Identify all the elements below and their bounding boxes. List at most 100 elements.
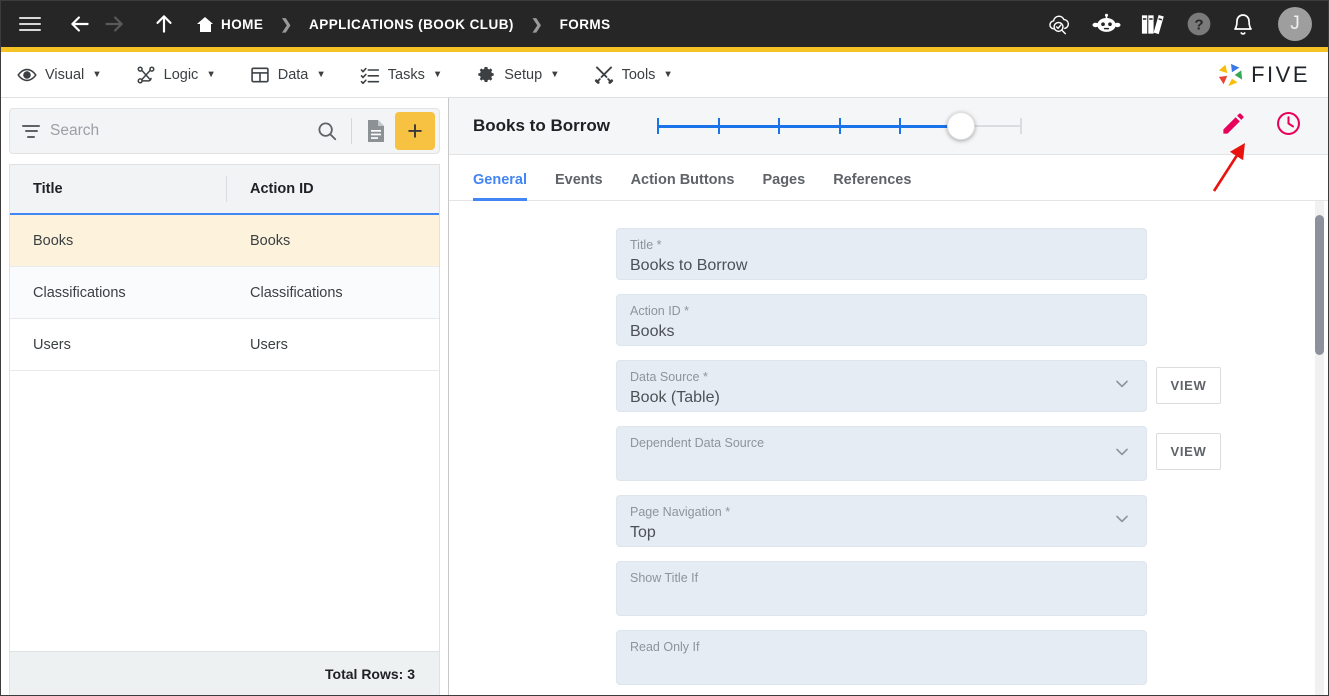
field-label: Data Source * [630,370,708,384]
cell-action-id: Books [250,232,291,249]
tab-action-buttons[interactable]: Action Buttons [617,172,749,200]
slider-thumb[interactable] [947,112,976,140]
page-title: Books to Borrow [473,116,610,135]
slider-tick [717,118,720,134]
chat-bot-icon[interactable] [1092,12,1121,36]
home-icon [197,16,213,32]
tab-references[interactable]: References [819,172,925,200]
action-id-field[interactable]: Action ID * Books [616,294,1147,346]
chevron-down-icon: ▼ [432,69,443,80]
dependent-data-source-select[interactable]: Dependent Data Source [616,426,1147,481]
hamburger-menu-icon[interactable] [19,13,41,35]
five-logo-text: FIVE [1251,61,1310,87]
add-form-label: + [407,115,423,146]
cell-title: Classifications [33,284,126,301]
menu-item-data[interactable]: Data ▼ [250,65,326,85]
edit-pencil-icon[interactable] [1220,110,1247,142]
notifications-bell-icon[interactable] [1231,12,1255,37]
forms-table: Title Action ID Books Books Classificati… [9,164,440,651]
menu-item-tools[interactable]: Tools ▼ [594,65,673,85]
search-bar: + [9,108,440,154]
search-input[interactable] [50,122,312,140]
table-row[interactable]: Users Users [10,319,439,371]
form-row-action-id: Action ID * Books [616,294,1316,346]
field-label: Action ID * [630,304,690,318]
content-area: + Title Action ID Books Books Classifica… [1,98,1328,695]
vertical-scrollbar[interactable] [1315,201,1324,695]
menu-item-setup[interactable]: Setup ▼ [476,65,560,85]
menu-item-logic[interactable]: Logic ▼ [136,65,216,85]
form-row-dependent-data-source: Dependent Data Source VIEW [616,426,1316,481]
form-row-page-navigation: Page Navigation * Top [616,495,1316,547]
cell-action-id: Users [250,336,288,353]
view-data-source-button[interactable]: VIEW [1156,367,1221,404]
toolbar-divider [351,118,352,144]
chevron-down-icon [1112,374,1132,399]
five-pinwheel-icon [1219,63,1243,86]
form-row-title: Title * Books to Borrow [616,228,1316,280]
slider-fill [656,125,964,128]
table-header-row: Title Action ID [10,165,439,215]
history-clock-icon[interactable] [1275,110,1302,142]
tab-general[interactable]: General [473,172,541,201]
forward-button[interactable] [97,7,131,41]
back-button[interactable] [63,7,97,41]
cell-title: Users [33,336,71,353]
menu-label: Tools [621,66,656,83]
breadcrumb-label: HOME [221,16,264,32]
field-value: Book (Table) [630,389,720,406]
help-icon[interactable]: ? [1186,11,1212,37]
top-bar-actions: ? J [1046,7,1312,41]
books-icon[interactable] [1140,11,1167,37]
column-header-title[interactable]: Title [10,176,227,202]
data-source-select[interactable]: Data Source * Book (Table) [616,360,1147,412]
tab-events[interactable]: Events [541,172,617,200]
read-only-if-field[interactable]: Read Only If [616,630,1147,685]
slider-tick [838,118,841,134]
field-label: Page Navigation * [630,505,731,519]
table-body: Books Books Classifications Classificati… [10,215,439,651]
breadcrumb-item-forms[interactable]: FORMS [560,17,611,32]
breadcrumb-item-home[interactable]: HOME [197,16,264,32]
table-row[interactable]: Classifications Classifications [10,267,439,319]
tab-pages[interactable]: Pages [748,172,819,200]
user-avatar[interactable]: J [1278,7,1312,41]
zoom-slider[interactable] [656,106,1022,146]
view-dependent-data-source-button[interactable]: VIEW [1156,433,1221,470]
five-logo: FIVE [1217,62,1310,88]
form-fields-area: Title * Books to Borrow Action ID * Book… [449,201,1328,695]
cloud-search-icon[interactable] [1046,11,1073,38]
logic-nodes-icon [136,65,156,85]
show-title-if-field[interactable]: Show Title If [616,561,1147,616]
chevron-down-icon: ▼ [663,69,673,80]
menu-label: Visual [45,66,85,83]
column-header-action-id[interactable]: Action ID [227,181,439,197]
search-icon[interactable] [312,116,342,146]
page-navigation-select[interactable]: Page Navigation * Top [616,495,1147,547]
breadcrumb-separator: ❯ [530,15,543,32]
slider-tick [656,118,659,134]
up-level-button[interactable] [147,7,181,41]
menu-item-visual[interactable]: Visual ▼ [17,65,102,85]
form-tabs: General Events Action Buttons Pages Refe… [449,155,1328,201]
slider-tick [899,118,902,134]
filter-icon[interactable] [20,121,42,141]
add-form-button[interactable]: + [395,112,435,150]
chevron-down-icon: ▼ [550,69,560,80]
field-label: Show Title If [630,571,699,585]
chevron-down-icon [1112,509,1132,534]
document-icon[interactable] [361,116,391,146]
scrollbar-thumb[interactable] [1315,215,1324,355]
menu-item-tasks[interactable]: Tasks ▼ [360,65,442,85]
table-row[interactable]: Books Books [10,215,439,267]
table-footer: Total Rows: 3 [9,651,440,695]
tools-cross-icon [594,65,614,85]
menu-label: Setup [504,66,543,83]
field-value: Books [630,323,675,340]
field-value: Books to Borrow [630,257,748,274]
menu-label: Tasks [387,66,425,83]
title-field[interactable]: Title * Books to Borrow [616,228,1147,280]
forms-list-panel: + Title Action ID Books Books Classifica… [1,98,449,695]
breadcrumb-item-applications[interactable]: APPLICATIONS (BOOK CLUB) [309,17,514,32]
top-navigation-bar: HOME ❯ APPLICATIONS (BOOK CLUB) ❯ FORMS [1,1,1328,47]
